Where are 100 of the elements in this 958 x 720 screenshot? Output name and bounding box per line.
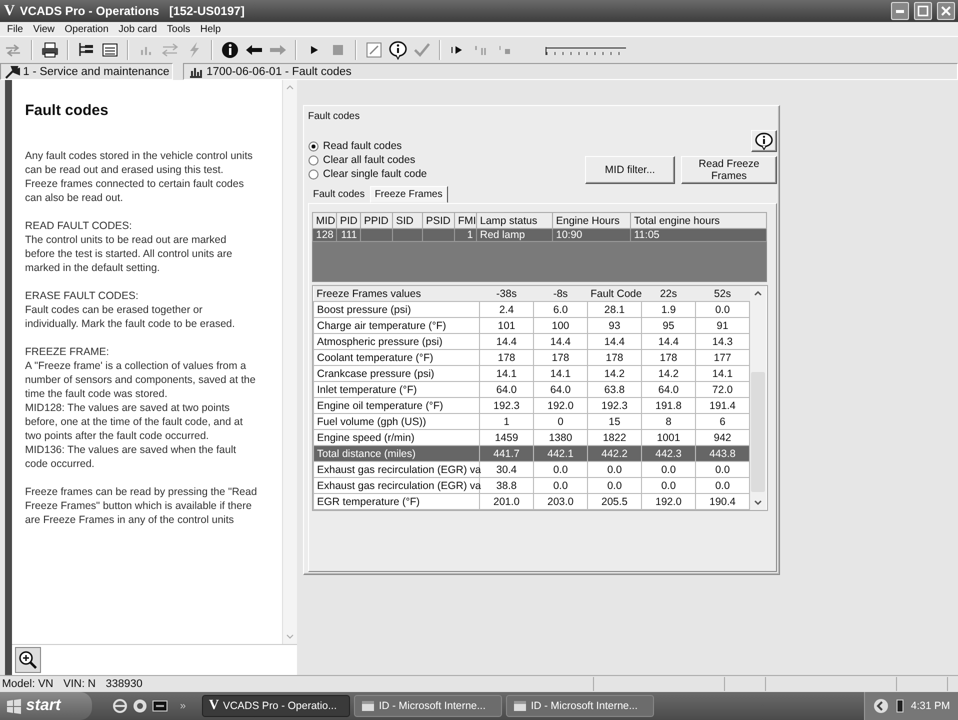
table-cell: 1.9	[642, 302, 696, 318]
menu-item[interactable]: Job card	[114, 24, 162, 34]
table-cell: 192.3	[588, 398, 642, 414]
window-icon	[512, 699, 527, 713]
menu-item[interactable]: Operation	[60, 24, 114, 34]
table-cell: 203.0	[534, 494, 588, 510]
table-cell: Exhaust gas recirculation (EGR) va	[314, 462, 480, 478]
table-cell: EGR temperature (°F)	[314, 494, 480, 510]
column-header: FMI	[454, 212, 476, 228]
table-cell: 0.0	[696, 302, 750, 318]
zoom-button[interactable]	[15, 647, 41, 673]
radio-icon[interactable]	[308, 168, 319, 180]
scrollbar-thumb[interactable]	[751, 372, 765, 492]
help-title: Fault codes	[25, 102, 110, 119]
radio-option[interactable]: Read fault codes	[308, 140, 427, 152]
tab[interactable]: Fault codes	[308, 186, 370, 203]
menu-item[interactable]: View	[28, 24, 60, 34]
radio-icon[interactable]	[308, 140, 319, 152]
table-cell: 15	[588, 414, 642, 430]
table-cell: Engine oil temperature (°F)	[314, 398, 480, 414]
zoom-in-icon	[18, 650, 38, 670]
table-cell: 441.7	[480, 446, 534, 462]
table-cell: Exhaust gas recirculation (EGR) va	[314, 478, 480, 494]
info-bubble-icon[interactable]	[388, 40, 408, 60]
app-shortcut-icon[interactable]	[152, 698, 168, 714]
table-cell: 192.0	[642, 494, 696, 510]
table-cell: 101	[480, 318, 534, 334]
menu-item[interactable]: File	[2, 24, 28, 34]
table-cell: Inlet temperature (°F)	[314, 382, 480, 398]
taskbar-button[interactable]: V VCADS Pro - Operatio...	[202, 695, 350, 717]
table-cell: 1	[480, 414, 534, 430]
app-logo: V	[4, 2, 15, 20]
table-cell: 442.1	[534, 446, 588, 462]
table-cell: 6.0	[534, 302, 588, 318]
table-cell: Total distance (miles)	[314, 446, 480, 462]
column-header: MID	[312, 212, 336, 228]
minimize-button[interactable]	[891, 2, 909, 20]
menu-item[interactable]: Tools	[162, 24, 196, 34]
table-cell: 0.0	[588, 478, 642, 494]
table-cell: Coolant temperature (°F)	[314, 350, 480, 366]
taskbar-button[interactable]: ID - Microsoft Interne...	[354, 695, 502, 717]
radio-icon[interactable]	[308, 154, 319, 166]
table-cell: 0.0	[642, 462, 696, 478]
column-header: SID	[392, 212, 422, 228]
overflow-chevron[interactable]: »	[180, 700, 186, 712]
column-header: Freeze Frames values	[314, 286, 480, 302]
table-cell: 95	[642, 318, 696, 334]
help-paragraph: Freeze frames can be read by pressing the "Read Freeze Frames" button which is available if there are Freeze Frames in any of the control units	[25, 485, 258, 527]
table-cell: 14.4	[480, 334, 534, 350]
windows-flag-icon	[6, 698, 22, 714]
section-heading: READ FAULT CODES:	[25, 219, 133, 233]
start-button[interactable]: start	[0, 692, 92, 720]
table-cell: 38.8	[480, 478, 534, 494]
table-cell: 14.4	[588, 334, 642, 350]
maximize-button[interactable]	[914, 2, 932, 20]
help-paragraph: Any fault codes stored in the vehicle control units can be read out and erased using this test. Freeze frames connected to certain fault codes can also be read out.	[25, 149, 254, 205]
info-icon[interactable]	[220, 40, 240, 60]
table-cell: 178	[534, 350, 588, 366]
window-icon	[360, 699, 375, 713]
table-cell: 10:90	[552, 228, 630, 242]
table-cell: 64.0	[534, 382, 588, 398]
radio-option[interactable]: Clear all fault codes	[308, 154, 427, 166]
table-cell: 64.0	[642, 382, 696, 398]
table-cell: 63.8	[588, 382, 642, 398]
breadcrumb-text: 1700-06-06-01 - Fault codes	[206, 66, 352, 78]
column-header: 22s	[642, 286, 696, 302]
table-cell: 14.1	[534, 366, 588, 382]
group-title: Fault codes	[308, 111, 361, 122]
taskbar-button[interactable]: ID - Microsoft Interne...	[506, 695, 654, 717]
maximize-icon	[916, 4, 930, 18]
table-cell: 14.2	[642, 366, 696, 382]
help-paragraph: MID136: The values are saved when the fault code occurred.	[25, 443, 238, 471]
column-header: Lamp status	[476, 212, 552, 228]
tab[interactable]: Freeze Frames	[370, 186, 448, 203]
column-header: Engine Hours	[552, 212, 630, 228]
table-cell: 14.1	[480, 366, 534, 382]
close-button[interactable]	[937, 2, 955, 20]
table-cell: Fuel volume (gph (US))	[314, 414, 480, 430]
table-cell: Crankcase pressure (psi)	[314, 366, 480, 382]
help-paragraph: MID128: The values are saved at two points before, one at the time of the fault code, and at two points after the fault code occurred.	[25, 401, 244, 443]
table-cell: Boost pressure (psi)	[314, 302, 480, 318]
menu-item[interactable]: Help	[195, 24, 226, 34]
table-cell: 0.0	[534, 462, 588, 478]
info-button[interactable]	[751, 130, 777, 152]
section-heading: FREEZE FRAME:	[25, 345, 110, 359]
table-cell: 178	[480, 350, 534, 366]
printer-icon[interactable]	[40, 40, 60, 60]
column-header: PSID	[422, 212, 454, 228]
read-freeze-frames-button[interactable]: Read Freeze Frames	[681, 156, 777, 184]
table-cell: 178	[588, 350, 642, 366]
info-bubble-icon	[754, 132, 774, 150]
table-cell: 100	[534, 318, 588, 334]
status-text: Model: VN	[2, 678, 54, 690]
table-cell: 28.1	[588, 302, 642, 318]
table-cell: 30.4	[480, 462, 534, 478]
table-cell: Charge air temperature (°F)	[314, 318, 480, 334]
radio-option[interactable]: Clear single fault code	[308, 168, 427, 180]
mid-filter-button[interactable]: MID filter...	[585, 156, 675, 184]
table-cell: 0	[534, 414, 588, 430]
table-cell: 191.8	[642, 398, 696, 414]
